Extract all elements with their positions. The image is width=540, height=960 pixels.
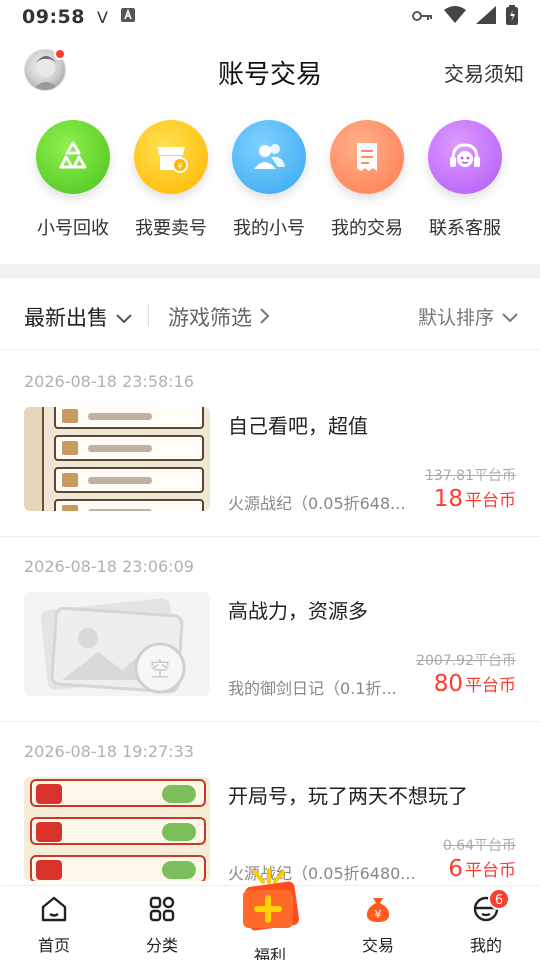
a-icon [120, 6, 136, 28]
listing-thumbnail [24, 407, 210, 511]
chevron-down-icon [502, 306, 518, 328]
listing-date: 2026-08-18 23:58:16 [24, 372, 194, 391]
svg-text:¥: ¥ [375, 908, 382, 921]
listing-title: 高战力，资源多 [228, 599, 368, 623]
sale-price-unit: 平台币 [465, 861, 516, 881]
sort-label: 默认排序 [417, 307, 494, 329]
shortcut-label: 小号回收 [37, 218, 109, 239]
sale-price-unit: 平台币 [465, 676, 516, 696]
shortcut-support[interactable]: 联系客服 [415, 120, 515, 240]
shortcut-recycle[interactable]: 小号回收 [23, 120, 123, 240]
receipt-icon [330, 120, 404, 194]
filter-bar: 最新出售 游戏筛选 默认排序 [0, 280, 540, 350]
sale-price-unit: 平台币 [465, 491, 516, 511]
sale-price: 6 平台币 [448, 856, 516, 882]
tab-mine[interactable]: 我的 6 [446, 888, 526, 956]
svg-text:空: 空 [150, 657, 170, 681]
tab-label: 分类 [145, 936, 178, 955]
shop-icon: ¥ [134, 120, 208, 194]
latest-sale-dropdown[interactable]: 最新出售 [24, 302, 132, 332]
listing-thumbnail: 空 [24, 592, 210, 696]
original-price: 0.64平台币 [442, 838, 516, 854]
sale-price: 80 平台币 [434, 671, 516, 697]
tab-category[interactable]: 分类 [122, 894, 202, 956]
tab-trade[interactable]: ¥ 交易 [338, 894, 418, 956]
sale-price-value: 6 [448, 856, 463, 882]
wifi-icon [444, 5, 466, 29]
tab-label: 首页 [37, 936, 70, 955]
shortcut-label: 我的小号 [233, 218, 305, 239]
shortcut-label: 我要卖号 [135, 218, 207, 239]
sale-price: 18 平台币 [434, 486, 516, 512]
game-filter-label: 游戏筛选 [168, 306, 252, 330]
sale-price-value: 18 [433, 486, 463, 512]
v-icon: V [96, 7, 108, 27]
shortcut-my-trades[interactable]: 我的交易 [317, 120, 417, 240]
battery-icon [506, 4, 518, 30]
listing-item[interactable]: 2026-08-18 23:06:09 空 高战力，资源多 2007.92平台币… [0, 537, 540, 722]
shortcut-grid: 小号回收 ¥ 我要卖号 我的小号 我的交易 联系客服 [0, 120, 540, 250]
home-icon [14, 894, 94, 924]
filter-divider [148, 304, 149, 326]
status-time: 09:58 [22, 6, 85, 28]
game-name: 我的御剑日记（0.1折... [228, 679, 397, 698]
users-icon [232, 120, 306, 194]
latest-sale-label: 最新出售 [24, 306, 108, 330]
listing-feed: 2026-08-18 23:58:16 自己看吧，超值 137.81平台币 火源… [0, 352, 540, 885]
tab-label: 我的 [469, 936, 502, 955]
game-name: 火源战纪（0.05折648... [228, 494, 406, 513]
listing-item[interactable]: 2026-08-18 23:58:16 自己看吧，超值 137.81平台币 火源… [0, 352, 540, 537]
trade-notice-link[interactable]: 交易须知 [444, 58, 524, 87]
chevron-down-icon [116, 305, 132, 329]
tab-label: 福利 [253, 946, 286, 960]
listing-title: 自己看吧，超值 [228, 414, 368, 438]
tab-home[interactable]: 首页 [14, 894, 94, 956]
sale-price-value: 80 [433, 671, 463, 697]
sort-dropdown[interactable]: 默认排序 [418, 303, 518, 330]
listing-item[interactable]: 2026-08-18 19:27:33 开局号，玩了两天不想玩了 0.64平台币… [0, 722, 540, 885]
svg-text:¥: ¥ [177, 162, 183, 172]
shortcut-my-accounts[interactable]: 我的小号 [219, 120, 319, 240]
chevron-right-icon [260, 305, 270, 329]
game-filter-button[interactable]: 游戏筛选 [168, 302, 270, 332]
gift-box-icon [228, 868, 312, 936]
tab-welfare[interactable]: 福利 [228, 868, 312, 960]
recycle-icon [36, 120, 110, 194]
status-bar: 09:58 V [0, 0, 540, 34]
header: 账号交易 交易须知 [0, 40, 540, 100]
headset-icon [428, 120, 502, 194]
key-icon [412, 6, 434, 28]
original-price: 2007.92平台币 [416, 653, 516, 669]
listing-title: 开局号，玩了两天不想玩了 [228, 784, 468, 808]
listing-date: 2026-08-18 19:27:33 [24, 742, 194, 761]
bottom-tab-bar: 首页 分类 福利 ¥ 交易 我的 6 [0, 868, 540, 960]
listing-thumbnail [24, 777, 210, 881]
image-placeholder-icon: 空 [24, 592, 210, 696]
shortcut-sell[interactable]: ¥ 我要卖号 [121, 120, 221, 240]
original-price: 137.81平台币 [425, 468, 516, 484]
money-bag-icon: ¥ [338, 894, 418, 924]
shortcut-label: 我的交易 [331, 218, 403, 239]
grid-icon [122, 894, 202, 924]
section-divider [0, 264, 540, 278]
signal-icon [476, 5, 496, 29]
tab-label: 交易 [361, 936, 394, 955]
listing-date: 2026-08-18 23:06:09 [24, 557, 194, 576]
shortcut-label: 联系客服 [429, 218, 501, 239]
face-icon [446, 894, 526, 924]
notification-badge: 6 [488, 888, 510, 910]
